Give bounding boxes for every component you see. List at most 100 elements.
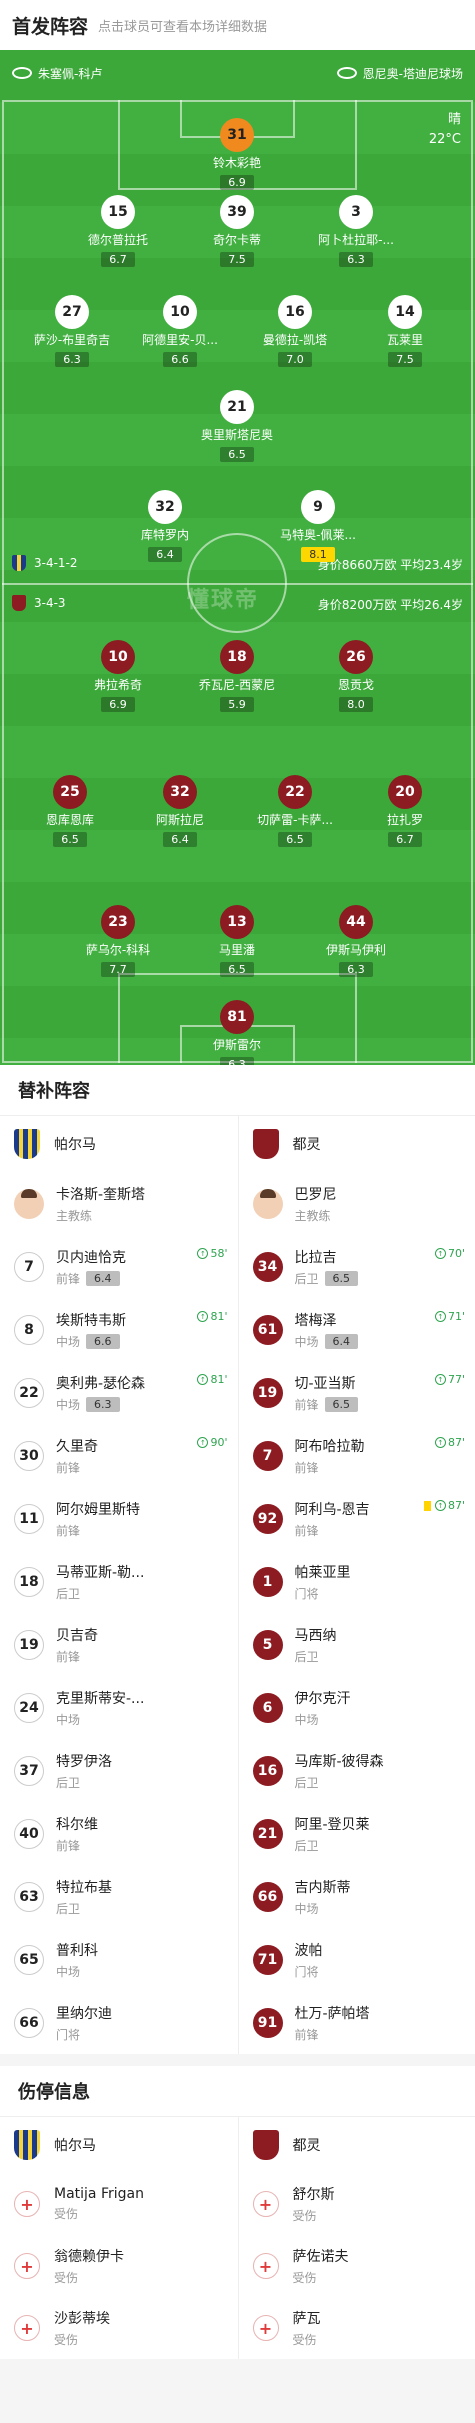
sub-row[interactable]: 18 马蒂亚斯-勒... 后卫 bbox=[14, 1550, 238, 1613]
sub-row[interactable]: 61 塔梅泽 中场 6.4 ↑ 71' bbox=[252, 1298, 475, 1361]
sub-row[interactable]: 7 贝内迪恰克 前锋 6.4 ↑ 58' bbox=[14, 1235, 238, 1298]
player-name: 库特罗内 bbox=[140, 528, 189, 542]
sub-row[interactable]: 19 贝吉奇 前锋 bbox=[14, 1613, 238, 1676]
home-team-row[interactable]: 帕尔马 bbox=[14, 1116, 238, 1172]
sub-rating: 6.3 bbox=[86, 1396, 120, 1412]
away-player[interactable]: 22 切萨雷-卡萨... 6.5 bbox=[240, 775, 350, 847]
sub-position: 中场 bbox=[294, 1901, 319, 1916]
sub-name: 帕莱亚里 bbox=[294, 1564, 351, 1581]
sub-name: 特拉布基 bbox=[56, 1879, 112, 1896]
away-player[interactable]: 81 伊斯雷尔 6.3 bbox=[182, 1000, 292, 1065]
sub-row[interactable]: 7 阿布哈拉勒 前锋 ↑ 87' bbox=[252, 1424, 475, 1487]
away-coach-row[interactable]: 巴罗尼 主教练 bbox=[252, 1172, 475, 1235]
sub-row[interactable]: 65 普利科 中场 bbox=[14, 1928, 238, 1991]
home-player[interactable]: 32 库特罗内 6.4 bbox=[110, 490, 220, 562]
home-player[interactable]: 9 马特奥-佩莱... 8.1 bbox=[263, 490, 373, 562]
sub-name: 贝吉奇 bbox=[56, 1627, 98, 1644]
sub-row[interactable]: 1 帕莱亚里 门将 bbox=[252, 1550, 475, 1613]
injury-row[interactable]: + 舒尔斯 受伤 bbox=[252, 2173, 475, 2235]
sub-position-row: 中场 bbox=[295, 1900, 351, 1917]
injured-player-name: 萨佐诺夫 bbox=[292, 2249, 349, 2265]
home-player[interactable]: 15 德尔普拉托 6.7 bbox=[63, 195, 173, 267]
injury-row[interactable]: + 沙彭蒂埃 受伤 bbox=[14, 2297, 238, 2359]
sub-position-row: 前锋 bbox=[56, 1459, 98, 1476]
home-player[interactable]: 14 瓦莱里 7.5 bbox=[350, 295, 460, 367]
sub-row[interactable]: 71 波帕 门将 bbox=[252, 1928, 475, 1991]
sub-info: 马西纳 后卫 bbox=[295, 1625, 337, 1665]
home-player[interactable]: 3 阿卜杜拉耶-... 6.3 bbox=[301, 195, 411, 267]
sub-row[interactable]: 5 马西纳 后卫 bbox=[252, 1613, 475, 1676]
away-player[interactable]: 23 萨乌尔-科科 7.7 bbox=[63, 905, 173, 977]
home-player[interactable]: 21 奥里斯塔尼奥 6.5 bbox=[182, 390, 292, 462]
sub-row[interactable]: 66 吉内斯蒂 中场 bbox=[252, 1865, 475, 1928]
sub-row[interactable]: 30 久里奇 前锋 ↑ 90' bbox=[14, 1424, 238, 1487]
sub-number: 16 bbox=[252, 1755, 283, 1786]
sub-number: 7 bbox=[252, 1440, 283, 1471]
sub-row[interactable]: 40 科尔维 前锋 bbox=[14, 1802, 238, 1865]
sub-number: 40 bbox=[14, 1818, 44, 1849]
sub-row[interactable]: 22 奥利弗-瑟伦森 中场 6.3 ↑ 81' bbox=[14, 1361, 238, 1424]
injury-info: 舒尔斯 受伤 bbox=[293, 2184, 335, 2224]
injury-row[interactable]: + 萨瓦 受伤 bbox=[252, 2297, 475, 2359]
sub-position-row: 后卫 bbox=[56, 1900, 112, 1917]
jersey-number: 32 bbox=[163, 775, 197, 809]
home-coach-row[interactable]: 卡洛斯-奎斯塔 主教练 bbox=[14, 1172, 238, 1235]
sub-row[interactable]: 91 杜万-萨帕塔 前锋 bbox=[252, 1991, 475, 2054]
away-player[interactable]: 20 拉扎罗 6.7 bbox=[350, 775, 460, 847]
away-player[interactable]: 10 弗拉希奇 6.9 bbox=[63, 640, 173, 712]
sub-row[interactable]: 24 克里斯蒂安-... 中场 bbox=[14, 1676, 238, 1739]
away-player[interactable]: 26 恩贡戈 8.0 bbox=[301, 640, 411, 712]
sub-row[interactable]: 37 特罗伊洛 后卫 bbox=[14, 1739, 238, 1802]
sub-on-time: ↑ 71' bbox=[434, 1310, 465, 1323]
away-player[interactable]: 44 伊斯马伊利 6.3 bbox=[301, 905, 411, 977]
home-player[interactable]: 10 阿德里安-贝... 6.6 bbox=[125, 295, 235, 367]
sub-row[interactable]: 6 伊尔克汗 中场 bbox=[252, 1676, 475, 1739]
torino-mini-logo bbox=[12, 595, 26, 611]
sub-info: 伊尔克汗 中场 bbox=[295, 1688, 351, 1728]
home-venue: 朱塞佩-科卢 bbox=[38, 66, 103, 81]
home-injury-column: 帕尔马 + Matija Frigan 受伤 + 翁德赖伊卡 受伤 + 沙彭蒂埃 受伤 bbox=[0, 2117, 238, 2359]
sub-position-row: 前锋 6.5 bbox=[295, 1396, 359, 1413]
injury-row[interactable]: + 萨佐诺夫 受伤 bbox=[252, 2235, 475, 2297]
sub-number: 34 bbox=[252, 1251, 283, 1282]
away-player[interactable]: 32 阿斯拉尼 6.4 bbox=[125, 775, 235, 847]
torino-logo bbox=[252, 1129, 279, 1159]
sub-row[interactable]: 16 马库斯-彼得森 后卫 bbox=[252, 1739, 475, 1802]
sub-number: 71 bbox=[252, 1944, 283, 1975]
injury-info: 萨佐诺夫 受伤 bbox=[293, 2246, 349, 2286]
sub-row[interactable]: 34 比拉吉 后卫 6.5 ↑ 70' bbox=[252, 1235, 475, 1298]
injury-row[interactable]: + Matija Frigan 受伤 bbox=[14, 2173, 238, 2235]
jersey-number: 21 bbox=[220, 390, 254, 424]
sub-row[interactable]: 92 阿利乌-恩吉 前锋 ↑ 87' bbox=[252, 1487, 475, 1550]
away-player[interactable]: 18 乔瓦尼-西蒙尼 5.9 bbox=[182, 640, 292, 712]
sub-row[interactable]: 8 埃斯特韦斯 中场 6.6 ↑ 81' bbox=[14, 1298, 238, 1361]
home-player[interactable]: 39 奇尔卡蒂 7.5 bbox=[182, 195, 292, 267]
away-coach-name: 巴罗尼 bbox=[294, 1186, 337, 1203]
sub-number: 8 bbox=[14, 1314, 44, 1345]
sub-position-row: 前锋 bbox=[56, 1522, 140, 1539]
sub-on-icon: ↑ bbox=[197, 1248, 209, 1259]
jersey-number: 44 bbox=[339, 905, 373, 939]
home-player[interactable]: 31 铃木彩艳 6.9 bbox=[182, 118, 292, 190]
away-injury-column: 都灵 + 舒尔斯 受伤 + 萨佐诺夫 受伤 + 萨瓦 受伤 bbox=[237, 2117, 475, 2359]
sub-row[interactable]: 19 切-亚当斯 前锋 6.5 ↑ 77' bbox=[252, 1361, 475, 1424]
home-player[interactable]: 16 曼德拉-凯塔 7.0 bbox=[240, 295, 350, 367]
away-injury-team-row: 都灵 bbox=[252, 2117, 475, 2173]
sub-rating: 6.4 bbox=[86, 1270, 120, 1286]
away-player[interactable]: 13 马里潘 6.5 bbox=[182, 905, 292, 977]
injury-row[interactable]: + 翁德赖伊卡 受伤 bbox=[14, 2235, 238, 2297]
away-formation: 3-4-3 bbox=[34, 596, 66, 610]
sub-position-row: 门将 bbox=[56, 2026, 112, 2043]
player-rating: 6.7 bbox=[101, 252, 135, 267]
sub-row[interactable]: 63 特拉布基 后卫 bbox=[14, 1865, 238, 1928]
away-player[interactable]: 25 恩库恩库 6.5 bbox=[15, 775, 125, 847]
watermark: 懂球帝 bbox=[187, 588, 260, 613]
sub-name: 里纳尔迪 bbox=[56, 2005, 112, 2022]
home-player[interactable]: 27 萨沙-布里奇吉 6.3 bbox=[17, 295, 127, 367]
sub-row[interactable]: 11 阿尔姆里斯特 前锋 bbox=[14, 1487, 238, 1550]
player-rating: 6.5 bbox=[278, 832, 312, 847]
sub-row[interactable]: 21 阿里-登贝莱 后卫 bbox=[252, 1802, 475, 1865]
sub-row[interactable]: 66 里纳尔迪 门将 bbox=[14, 1991, 238, 2054]
away-team-row[interactable]: 都灵 bbox=[252, 1116, 475, 1172]
injured-player-name: 翁德赖伊卡 bbox=[54, 2249, 124, 2265]
